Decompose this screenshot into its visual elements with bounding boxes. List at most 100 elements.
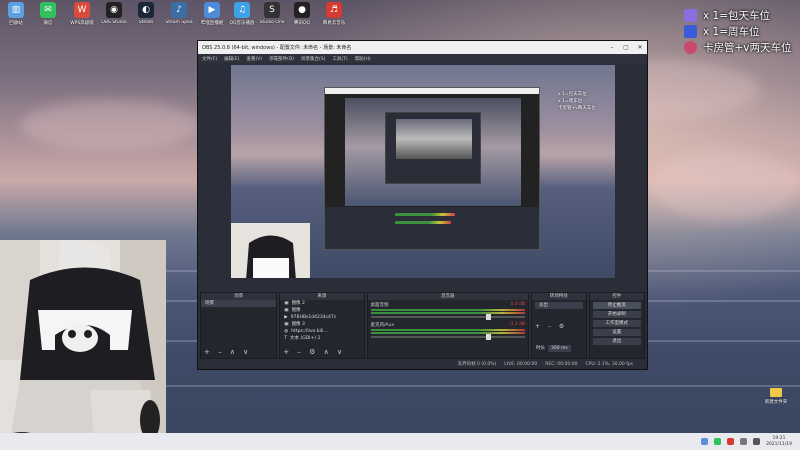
stop-streaming-button[interactable]: 停止推流	[592, 302, 641, 309]
volume-meter	[370, 329, 526, 331]
source-item[interactable]: ◍ https://live.bili...	[280, 328, 363, 335]
new-folder-desktop-icon[interactable]: 新建文件夹	[762, 388, 790, 405]
maximize-icon[interactable]: ▢	[619, 44, 633, 51]
panel-header: 来源	[280, 293, 364, 300]
overlay-line-2: x 1=周车位	[684, 24, 760, 39]
menu-tools[interactable]: 工具(T)	[332, 56, 347, 62]
mixer-channel: 桌面音频 0.0 dB	[368, 300, 529, 320]
gift-icon	[684, 41, 697, 54]
avatar-badge-icon	[684, 25, 697, 38]
wechat-icon: ✉	[40, 2, 56, 18]
desktop-shortcut[interactable]: ● 腾讯QQ	[286, 2, 318, 26]
settings-button[interactable]: 设置	[592, 329, 641, 336]
duration-field[interactable]: 时长 300 ms	[532, 345, 571, 352]
exit-button[interactable]: 退出	[592, 338, 641, 345]
menu-help[interactable]: 帮助(H)	[355, 56, 371, 62]
shortcut-label: Studio One	[259, 20, 285, 25]
menu-docks[interactable]: 停靠部件(D)	[269, 56, 294, 62]
obs-titlebar[interactable]: OBS 25.0.8 (64-bit, windows) - 配置文件: 未命名…	[198, 41, 647, 54]
source-label: 图像	[291, 308, 301, 313]
menu-scene-collection[interactable]: 场景集合(S)	[301, 56, 325, 62]
duration-label: 时长	[536, 346, 546, 351]
volume-slider[interactable]	[370, 314, 526, 320]
scene-item[interactable]: 场景	[201, 300, 277, 307]
menu-view[interactable]: 查看(V)	[246, 56, 262, 62]
desktop-shortcut[interactable]: ◉ OBS Studio	[98, 2, 130, 25]
desktop-shortcut[interactable]: ◐ Steam	[130, 2, 162, 25]
source-label: 文本 (GDI+) 2	[290, 336, 321, 341]
menu-edit[interactable]: 编辑(E)	[224, 56, 239, 62]
studio-mode-button[interactable]: 工作室模式	[592, 320, 641, 327]
channel-name: 麦克风/Aux	[370, 323, 395, 328]
obs-preview[interactable]: x 1=包天车位 x 1=周车位 卡房管+v两天车位	[231, 65, 615, 278]
shortcut-label: 哔哩直播姬	[200, 21, 224, 26]
source-item[interactable]: T 文本 (GDI+) 2	[280, 335, 363, 342]
minimize-icon[interactable]: –	[605, 44, 619, 51]
image-icon: ▣	[284, 301, 289, 306]
preview-overlay-line: x 1=周车位	[558, 99, 583, 104]
obs-statusbar: 丢弃的帧 0 (0.0%) LIVE: 00:00:00 REC: 00:00:…	[198, 359, 647, 369]
volume-icon[interactable]	[740, 438, 748, 445]
mixer-channel: 麦克风/Aux -3.3 dB	[368, 320, 529, 340]
controls-panel: 控件 停止推流 开始录制 工作室模式 设置 退出	[588, 292, 645, 359]
netease-tray-icon[interactable]	[727, 438, 735, 445]
desktop-shortcut[interactable]: ✉ 微信	[32, 2, 64, 26]
obs-dock-panels: 场景 场景 + – ∧ ∨ 来源 ▣ 图像 2 ▣ 图像 ▶ 97BHBs1d4234…	[198, 292, 647, 359]
desktop-shortcut[interactable]: ▶ 哔哩直播姬	[196, 2, 228, 26]
preview-overlay-line: x 1=包天车位	[558, 92, 587, 97]
clock[interactable]: 19:21 2021/11/19	[766, 436, 792, 448]
source-item[interactable]: ▶ 97BHBs1d4234c47c	[280, 314, 363, 321]
shortcut-label: 微信	[43, 21, 53, 26]
overlay-text-3: 卡房管+v两天车位	[703, 42, 792, 54]
wps-icon: W	[74, 2, 90, 18]
start-recording-button[interactable]: 开始录制	[592, 311, 641, 318]
obs-window[interactable]: OBS 25.0.8 (64-bit, windows) - 配置文件: 未命名…	[197, 40, 648, 370]
source-label: https://live.bili...	[291, 329, 328, 334]
scene-toolbar[interactable]: + – ∧ ∨	[204, 348, 251, 356]
source-item[interactable]: ▣ 图像 2	[280, 300, 363, 307]
avatar-badge-icon	[684, 9, 697, 22]
input-method-icon[interactable]	[753, 438, 761, 445]
overlay-line-1: x 1=包天车位	[684, 8, 770, 23]
panel-header: 转场特效	[532, 293, 586, 300]
qq-music-icon: ♫	[234, 2, 250, 18]
preview-overlay: x 1=包天车位 x 1=周车位 卡房管+v两天车位	[558, 91, 596, 112]
shortcut-label: 回收站	[9, 21, 23, 26]
transition-toolbar[interactable]: + – ⚙	[535, 323, 567, 330]
overlay-text-1: x 1=包天车位	[703, 10, 771, 22]
desktop-shortcut[interactable]: ♫ QQ音乐播放	[226, 2, 258, 26]
mixer-panel: 混音器 桌面音频 0.0 dB 麦克风/Aux -3.3 dB	[366, 292, 530, 359]
transition-select[interactable]: 淡出	[535, 302, 583, 309]
qq-icon: ●	[294, 2, 310, 18]
channel-db: -3.3 dB	[508, 322, 526, 327]
transitions-panel: 转场特效 淡出 + – ⚙ 时长 300 ms	[531, 292, 587, 359]
volume-slider[interactable]	[370, 334, 526, 340]
desktop-shortcut[interactable]: W WPS高级版	[66, 2, 98, 26]
source-label: 图像 2	[291, 301, 305, 306]
folder-icon	[770, 388, 782, 397]
desktop-shortcut[interactable]: S Studio One	[256, 2, 288, 25]
channel-name: 桌面音频	[370, 303, 389, 308]
desktop-shortcut[interactable]: ▥ 回收站	[0, 2, 32, 26]
desktop-shortcut[interactable]: ♪ Steam Spea	[163, 2, 195, 25]
recursive-preview	[324, 87, 540, 250]
desktop-shortcut[interactable]: ♬ 网易云音乐	[318, 2, 350, 26]
source-item[interactable]: ▣ 图像	[280, 307, 363, 314]
menu-file[interactable]: 文件(F)	[202, 56, 217, 62]
channel-db: 0.0 dB	[510, 302, 526, 307]
image-icon: ▣	[284, 308, 289, 313]
recycle-bin-icon: ▥	[8, 2, 24, 18]
source-toolbar[interactable]: + – ⚙ ∧ ∨	[283, 348, 345, 356]
close-icon[interactable]: ✕	[633, 44, 647, 51]
steam-icon: ◐	[138, 2, 154, 18]
panel-header: 场景	[201, 293, 277, 300]
network-icon[interactable]	[701, 438, 709, 445]
wechat-tray-icon[interactable]	[714, 438, 722, 445]
scene-item-label: 场景	[205, 301, 214, 306]
shortcut-label: QQ音乐播放	[229, 21, 255, 26]
shortcut-label: 网易云音乐	[322, 21, 346, 26]
netease-music-icon: ♬	[326, 2, 342, 18]
clock-date: 2021/11/19	[766, 441, 792, 447]
source-item[interactable]: ▣ 图像 3	[280, 321, 363, 328]
shortcut-label: OBS Studio	[101, 20, 127, 25]
